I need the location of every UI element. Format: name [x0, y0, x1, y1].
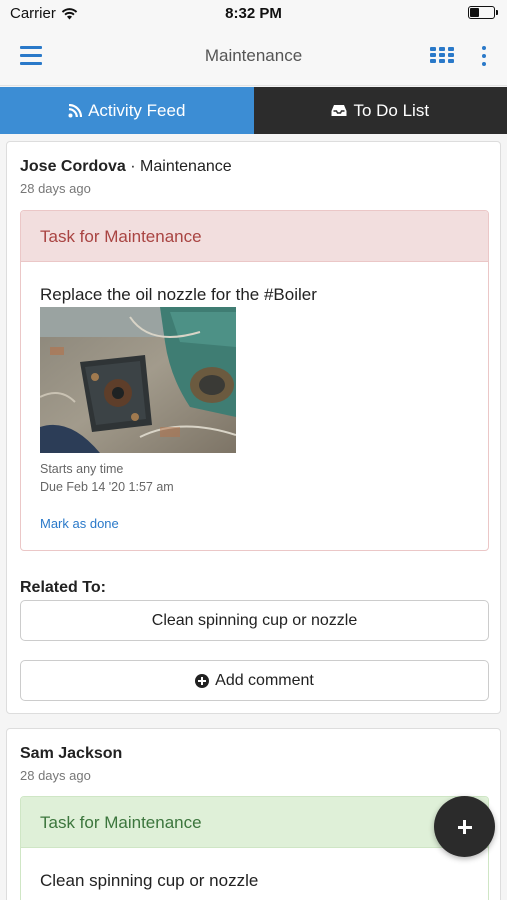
author-name[interactable]: Sam Jackson	[20, 745, 122, 762]
feed-card: Sam Jackson 28 days ago Task for Mainten…	[6, 728, 501, 900]
tab-activity-feed-label: Activity Feed	[88, 100, 186, 120]
post-author-line: Jose Cordova · Maintenance	[20, 158, 232, 176]
mark-as-done-link[interactable]: Mark as done	[40, 516, 119, 531]
author-separator: ·	[125, 158, 141, 175]
nav-bar: Maintenance	[0, 28, 507, 86]
clock: 8:32 PM	[225, 5, 282, 22]
grid-apps-icon[interactable]	[430, 47, 454, 65]
feed-card: Jose Cordova · Maintenance 28 days ago T…	[6, 141, 501, 714]
task-description: Clean spinning cup or nozzle	[40, 871, 259, 890]
related-to-label: Related To:	[20, 579, 106, 596]
plus-circle-icon	[195, 673, 210, 688]
tab-to-do-list-label: To Do List	[353, 100, 430, 120]
inbox-icon	[331, 105, 347, 116]
task-panel: Task for Maintenance Replace the oil noz…	[20, 210, 489, 551]
add-comment-button[interactable]: Add comment	[20, 660, 489, 701]
group-name[interactable]: Maintenance	[140, 158, 232, 175]
add-post-fab[interactable]	[434, 796, 495, 857]
post-author-line: Sam Jackson	[20, 745, 122, 763]
task-header: Task for Maintenance	[21, 797, 488, 848]
task-start-time: Starts any time	[40, 462, 124, 476]
related-item-button[interactable]: Clean spinning cup or nozzle	[20, 600, 489, 641]
tab-to-do-list[interactable]: To Do List	[253, 87, 507, 134]
author-name[interactable]: Jose Cordova	[20, 158, 126, 175]
task-header: Task for Maintenance	[21, 211, 488, 262]
post-timestamp: 28 days ago	[20, 181, 91, 196]
task-panel: Task for Maintenance Clean spinning cup …	[20, 796, 489, 900]
task-due-date: Due Feb 14 '20 1:57 am	[40, 480, 174, 494]
status-bar: Carrier 8:32 PM	[0, 0, 507, 28]
tab-activity-feed[interactable]: Activity Feed	[0, 87, 254, 134]
rss-icon	[68, 103, 83, 117]
task-description: Replace the oil nozzle for the #Boiler	[40, 285, 317, 304]
related-item-label: Clean spinning cup or nozzle	[151, 611, 358, 629]
add-comment-label: Add comment	[215, 671, 314, 689]
task-photo[interactable]	[40, 307, 236, 453]
tab-bar: Activity Feed To Do List	[0, 87, 507, 134]
battery-icon	[468, 6, 498, 19]
more-options-icon[interactable]	[481, 46, 487, 66]
post-timestamp: 28 days ago	[20, 768, 91, 783]
plus-icon	[457, 819, 472, 834]
